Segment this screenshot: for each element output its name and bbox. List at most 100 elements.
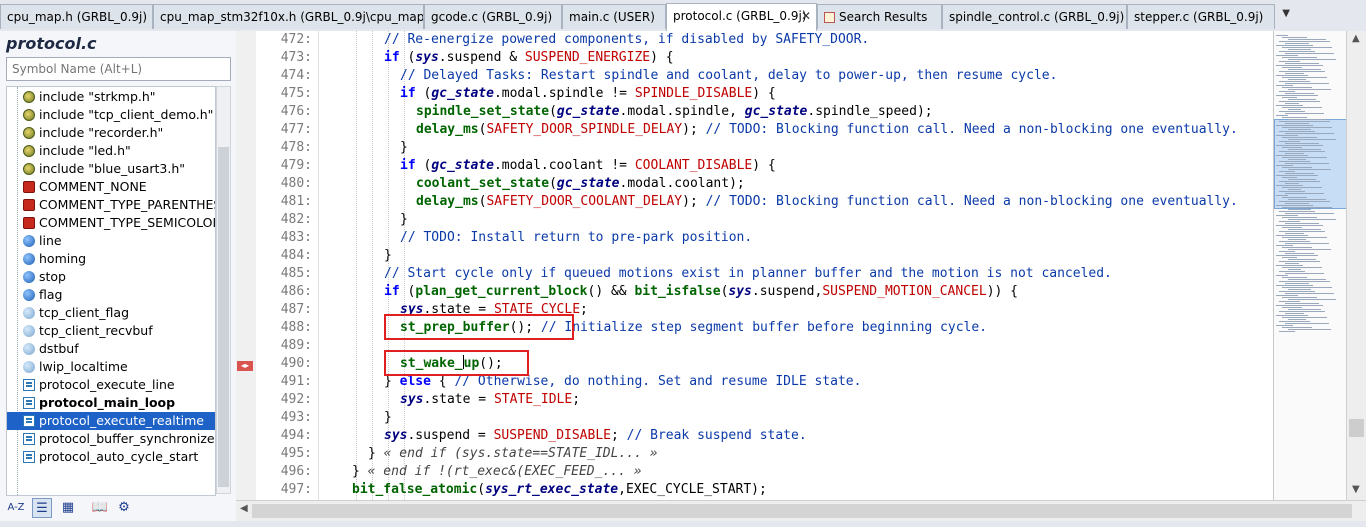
symbol-item[interactable]: protocol_buffer_synchronize [7, 430, 215, 448]
symbol-item[interactable]: tcp_client_flag [7, 304, 215, 322]
chevron-down-icon[interactable]: ▼ [1282, 8, 1290, 19]
code-line[interactable]: } « end if (sys.state==STATE_IDL... » [368, 445, 658, 463]
code-line[interactable]: bit_false_atomic(sys_rt_exec_state,EXEC_… [352, 481, 767, 499]
minimap-line [1279, 101, 1320, 102]
code-line[interactable]: } « end if !(rt_exec&(EXEC_FEED_... » [352, 463, 642, 481]
code-line[interactable]: coolant_set_state(gc_state.modal.coolant… [416, 175, 745, 193]
minimap-line [1285, 253, 1314, 254]
symbol-item-label: include "led.h" [39, 143, 131, 158]
code-line[interactable]: // Delayed Tasks: Restart spindle and co… [400, 67, 1057, 85]
bookmark-arrow-icon[interactable]: ◂▸ [237, 361, 253, 371]
symbol-item[interactable]: protocol_execute_line [7, 376, 215, 394]
code-line[interactable]: } [384, 247, 392, 265]
scroll-left-arrow-icon[interactable]: ◀ [240, 503, 248, 514]
sort-az-icon[interactable]: A-Z [6, 498, 26, 518]
code-token-fncall: plan_get_current_block [415, 284, 588, 299]
symbol-item[interactable]: COMMENT_TYPE_PARENTHES [7, 196, 215, 214]
symbol-item[interactable]: protocol_execute_realtime [7, 412, 215, 430]
minimap-line [1276, 175, 1318, 176]
symbol-item[interactable]: tcp_client_recvbuf [7, 322, 215, 340]
minimap-line [1282, 237, 1327, 238]
code-line[interactable]: spindle_set_state(gc_state.modal.spindle… [416, 103, 933, 121]
symbol-item[interactable]: homing [7, 250, 215, 268]
line-number: 488: [280, 320, 312, 335]
code-line[interactable]: sys.state = STATE_IDLE; [400, 391, 580, 409]
code-token-op: } [368, 446, 384, 461]
code-line[interactable]: } [400, 139, 408, 157]
code-minimap[interactable] [1273, 31, 1347, 500]
symbol-item[interactable]: include "led.h" [7, 142, 215, 160]
code-line[interactable]: // TODO: Install return to pre-park posi… [400, 229, 752, 247]
minimap-line [1276, 295, 1298, 296]
editor-gutter[interactable]: ◂▸ [236, 31, 257, 500]
editor-vertical-scrollbar[interactable]: ▲ ▼ [1346, 31, 1366, 500]
symbol-item[interactable]: stop [7, 268, 215, 286]
tab-3[interactable]: main.c (USER) [562, 4, 666, 29]
vertical-scroll-thumb[interactable] [1349, 419, 1364, 437]
tab-7[interactable]: stepper.c (GRBL_0.9j) [1127, 4, 1275, 29]
symbol-item[interactable]: include "blue_usart3.h" [7, 160, 215, 178]
symbol-item[interactable]: include "strkmp.h" [7, 88, 215, 106]
minimap-line [1276, 55, 1298, 56]
code-token-mac: SPINDLE_DISABLE [634, 86, 753, 101]
code-line[interactable]: sys.suspend = SUSPEND_DISABLE; // Break … [384, 427, 807, 445]
code-line[interactable]: delay_ms(SAFETY_DOOR_COOLANT_DELAY); // … [416, 193, 1238, 211]
code-editor[interactable]: ◂▸ 472: 473: 474: 475: 476: 477: 478: 479: 480: 4… [236, 31, 1273, 500]
code-token-op: ; [572, 392, 581, 407]
tab-5[interactable]: Search Results [817, 4, 942, 29]
tab-1[interactable]: cpu_map_stm32f10x.h (GRBL_0.9j\cpu_map) [153, 4, 424, 29]
minimap-line [1282, 257, 1297, 258]
func-symbol-icon [23, 397, 35, 409]
scroll-up-arrow-icon[interactable]: ▲ [1352, 33, 1360, 44]
code-token-var: gc_state [431, 86, 494, 101]
minimap-line [1288, 69, 1321, 70]
symbol-item[interactable]: COMMENT_TYPE_SEMICOLON [7, 214, 215, 232]
close-tab-icon[interactable]: ✕ [801, 4, 811, 28]
code-area[interactable]: // Re-energize powered components, if di… [318, 31, 1273, 500]
code-token-op: ( [477, 482, 486, 497]
list-view-icon[interactable]: ☰ [32, 498, 52, 518]
minimap-line [1276, 145, 1323, 146]
minimap-line [1288, 119, 1326, 120]
symbol-panel: protocol.c include "strkmp.h" include "tc… [0, 31, 237, 521]
symbol-item[interactable]: protocol_main_loop [7, 394, 215, 412]
book-icon[interactable]: 📖 [90, 498, 110, 518]
code-token-op: } [400, 212, 408, 227]
code-line[interactable]: if (plan_get_current_block() && bit_isfa… [384, 283, 1018, 301]
code-line[interactable]: // Re-energize powered components, if di… [384, 31, 869, 49]
tab-4[interactable]: protocol.c (GRBL_0.9j) ✕ [666, 3, 817, 31]
code-token-mac: STATE_IDLE [493, 392, 573, 407]
symbol-item[interactable]: include "recorder.h" [7, 124, 215, 142]
tab-0[interactable]: cpu_map.h (GRBL_0.9j) [0, 4, 153, 29]
symbol-item[interactable]: include "tcp_client_demo.h" [7, 106, 215, 124]
tab-2[interactable]: gcode.c (GRBL_0.9j) [424, 4, 562, 29]
minimap-line [1276, 305, 1323, 306]
symbol-list-scroll-thumb[interactable] [218, 147, 229, 487]
code-line[interactable]: } [400, 211, 408, 229]
settings-gear-icon[interactable]: ⚙ [114, 498, 134, 518]
symbol-list-scrollbar[interactable] [216, 86, 231, 494]
code-line[interactable]: // Start cycle only if queued motions ex… [384, 265, 1112, 283]
category-view-icon[interactable]: ▦ [58, 498, 78, 518]
symbol-item[interactable]: COMMENT_NONE [7, 178, 215, 196]
symbol-item[interactable]: flag [7, 286, 215, 304]
horizontal-scroll-thumb[interactable] [252, 504, 1352, 518]
symbol-item[interactable]: protocol_auto_cycle_start [7, 448, 215, 466]
code-line[interactable]: if (gc_state.modal.spindle != SPINDLE_DI… [400, 85, 776, 103]
scroll-down-arrow-icon[interactable]: ▼ [1352, 484, 1360, 495]
symbol-item[interactable]: dstbuf [7, 340, 215, 358]
code-token-op: } [384, 374, 400, 389]
symbol-search-input[interactable] [6, 57, 231, 81]
tab-label: stepper.c (GRBL_0.9j) [1134, 10, 1264, 24]
minimap-line [1285, 133, 1334, 134]
code-line[interactable]: delay_ms(SAFETY_DOOR_SPINDLE_DELAY); // … [416, 121, 1238, 139]
code-line[interactable]: if (sys.suspend & SUSPEND_ENERGIZE) { [384, 49, 674, 67]
code-line[interactable]: } [384, 409, 392, 427]
minimap-line [1279, 251, 1295, 252]
code-token-op: ( [399, 50, 416, 65]
symbol-item[interactable]: lwip_localtime [7, 358, 215, 376]
editor-horizontal-scrollbar[interactable]: ◀ [236, 500, 1366, 522]
tab-6[interactable]: spindle_control.c (GRBL_0.9j) [942, 4, 1127, 29]
code-line[interactable]: if (gc_state.modal.coolant != COOLANT_DI… [400, 157, 776, 175]
symbol-item[interactable]: line [7, 232, 215, 250]
